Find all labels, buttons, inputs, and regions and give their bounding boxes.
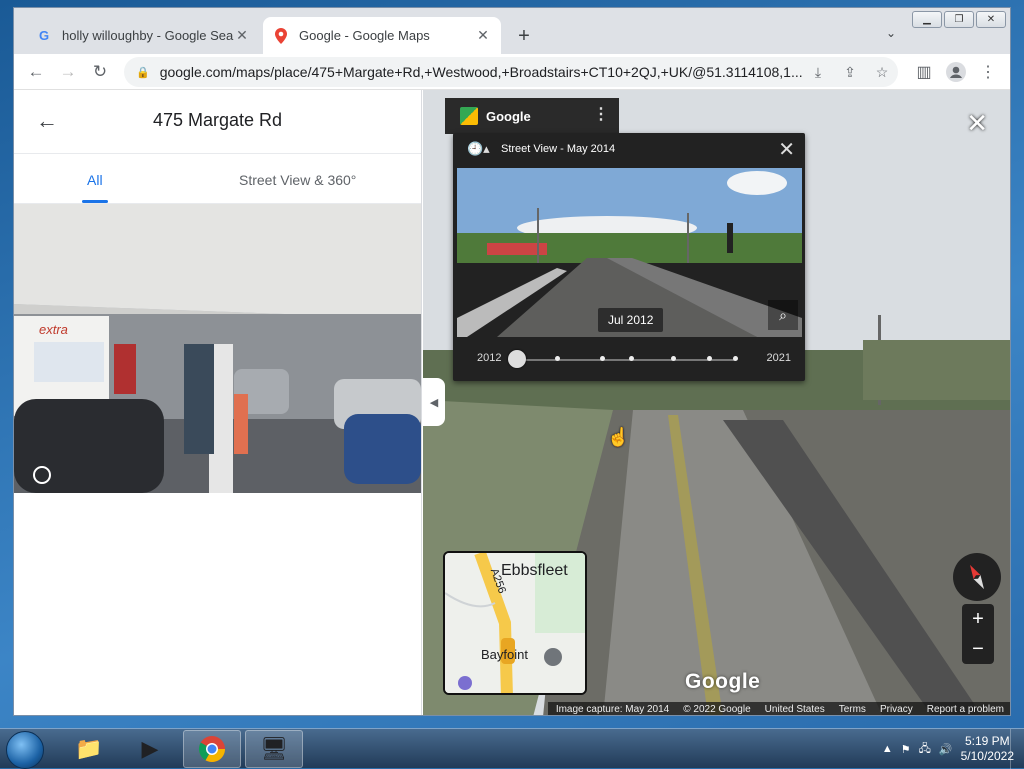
timeline-slider-knob[interactable]	[508, 350, 526, 368]
panel-header: ← 475 Margate Rd	[14, 90, 421, 154]
profile-avatar-icon[interactable]	[940, 56, 972, 88]
svg-text:extra: extra	[39, 322, 68, 337]
close-tab-icon[interactable]: ✕	[475, 27, 491, 44]
chrome-taskbar-icon[interactable]	[183, 730, 241, 768]
forward-icon[interactable]: →	[52, 56, 84, 88]
maps-pin-icon	[273, 27, 289, 44]
mini-map-area-label: Bayfoint	[481, 647, 528, 662]
chrome-window: G holly willoughby - Google Search ✕ Goo…	[13, 7, 1011, 716]
back-icon[interactable]: ←	[20, 56, 52, 88]
street-view-pane[interactable]: Google ⋮ 🕘▴ Street View - May 2014 ✕ Jul…	[423, 90, 1010, 715]
lock-icon[interactable]: 🔒	[136, 66, 150, 79]
share-icon[interactable]: ⇪	[834, 64, 866, 81]
timeline-point[interactable]	[600, 356, 605, 361]
tab-street-view-360[interactable]: Street View & 360°	[239, 172, 356, 188]
thumbnail-date: Jul 2012	[598, 308, 664, 332]
timeline-start-year: 2012	[477, 352, 502, 364]
timeline-point[interactable]	[555, 356, 560, 361]
control-panel-icon[interactable]: 🖥	[245, 730, 303, 768]
google-logo: Google	[685, 670, 761, 693]
media-player-icon[interactable]: ▶	[121, 730, 179, 768]
copyright-text: © 2022 Google	[683, 704, 751, 715]
image-capture-date: Image capture: May 2014	[555, 704, 670, 715]
photo-tabs: All Street View & 360°	[14, 154, 421, 204]
mini-map[interactable]: Ebbsfleet A256 Bayfoint	[443, 551, 587, 695]
place-panel: ← 475 Margate Rd All Street View & 360° …	[14, 90, 422, 715]
close-history-icon[interactable]: ✕	[778, 137, 795, 162]
windows-taskbar: 📁 ▶ 🖥 ▲ ⚑ 🖧 🔊 5:19 PM 5/10/2022	[0, 728, 1024, 769]
history-clock-icon[interactable]: 🕘▴	[467, 141, 490, 157]
address-bar[interactable]: 🔒 google.com/maps/place/475+Margate+Rd,+…	[124, 57, 898, 87]
install-icon[interactable]: ⤓	[802, 64, 834, 81]
street-view-history-card: 🕘▴ Street View - May 2014 ✕ Jul 2012 ⌕ 2…	[453, 133, 805, 381]
zoom-in-button[interactable]: +	[962, 604, 994, 634]
show-hidden-icons-icon[interactable]: ▲	[882, 743, 893, 755]
volume-icon[interactable]: 🔊	[939, 743, 953, 756]
close-tab-icon[interactable]: ✕	[234, 27, 250, 44]
url-text[interactable]: google.com/maps/place/475+Margate+Rd,+We…	[160, 64, 802, 80]
timeline-point[interactable]	[671, 356, 676, 361]
tab-search-icon[interactable]: ⌄	[886, 26, 896, 40]
close-street-view-icon[interactable]: ✕	[966, 108, 988, 139]
timeline-point[interactable]	[707, 356, 712, 361]
tab-google-maps[interactable]: Google - Google Maps ✕	[263, 17, 501, 54]
network-icon[interactable]: 🖧	[919, 740, 931, 759]
report-problem-link[interactable]: Report a problem	[927, 704, 1004, 715]
place-title: 475 Margate Rd	[152, 110, 283, 130]
tab-title: Google - Google Maps	[299, 28, 430, 43]
reload-icon[interactable]: ↻	[84, 56, 116, 88]
timeline-point[interactable]	[629, 356, 634, 361]
tab-all[interactable]: All	[87, 172, 103, 188]
map-footer: Image capture: May 2014 © 2022 Google Un…	[547, 702, 1010, 715]
timeline-track	[515, 359, 735, 361]
privacy-link[interactable]: Privacy	[880, 704, 913, 715]
new-tab-button[interactable]: +	[512, 24, 536, 48]
clock[interactable]: 5:19 PM 5/10/2022	[961, 734, 1014, 764]
zoom-out-button[interactable]: −	[962, 634, 994, 664]
hand-cursor-icon: ☝	[607, 427, 630, 447]
collapse-panel-button[interactable]: ◀	[423, 378, 445, 426]
history-title: Street View - May 2014	[501, 143, 616, 155]
timeline-point[interactable]	[733, 356, 738, 361]
streetview-brand-bar: Google ⋮	[445, 98, 619, 134]
clock-date: 5/10/2022	[960, 749, 1014, 763]
timeline-end-year: 2021	[766, 352, 791, 364]
tab-title: holly willoughby - Google Search	[62, 28, 234, 43]
zoom-controls: + −	[962, 604, 994, 664]
active-tab-indicator	[82, 200, 108, 203]
terms-link[interactable]: Terms	[839, 704, 866, 715]
google-g-icon: G	[38, 28, 50, 43]
tab-google-search[interactable]: G holly willoughby - Google Search ✕	[26, 17, 260, 54]
region-link[interactable]: United States	[765, 704, 825, 715]
close-window-button[interactable]: ✕	[976, 11, 1006, 28]
zoom-thumbnail-icon[interactable]: ⌕	[768, 300, 798, 330]
history-thumbnail[interactable]: Jul 2012 ⌕	[457, 168, 802, 337]
browser-toolbar: ← → ↻ 🔒 google.com/maps/place/475+Margat…	[14, 54, 1010, 90]
maximize-button[interactable]: ❐	[944, 11, 974, 28]
side-panel-icon[interactable]: ▥	[908, 56, 940, 88]
mini-map-place-label: Ebbsfleet	[501, 562, 568, 579]
start-button[interactable]	[6, 731, 44, 769]
clock-time: 5:19 PM	[964, 734, 1010, 748]
bookmark-star-icon[interactable]: ☆	[866, 64, 898, 81]
system-tray: ▲ ⚑ 🖧 🔊 5:19 PM 5/10/2022	[882, 729, 1014, 769]
brand-label: Google	[486, 108, 531, 124]
menu-kebab-icon[interactable]: ⋮	[972, 56, 1004, 88]
minimize-button[interactable]: ▁	[912, 11, 942, 28]
history-timeline[interactable]: 2012 2021	[477, 349, 791, 369]
google-maps-icon	[460, 107, 478, 125]
compass-icon[interactable]	[953, 553, 1001, 601]
show-desktop-button[interactable]	[1010, 729, 1024, 769]
window-controls: ▁ ❐ ✕	[912, 11, 1006, 28]
action-center-flag-icon[interactable]: ⚑	[901, 743, 911, 756]
tab-strip: G holly willoughby - Google Search ✕ Goo…	[14, 8, 1010, 54]
file-explorer-icon[interactable]: 📁	[60, 730, 118, 768]
more-options-icon[interactable]: ⋮	[593, 106, 609, 124]
petrol-station-photo[interactable]: extra	[14, 204, 421, 493]
